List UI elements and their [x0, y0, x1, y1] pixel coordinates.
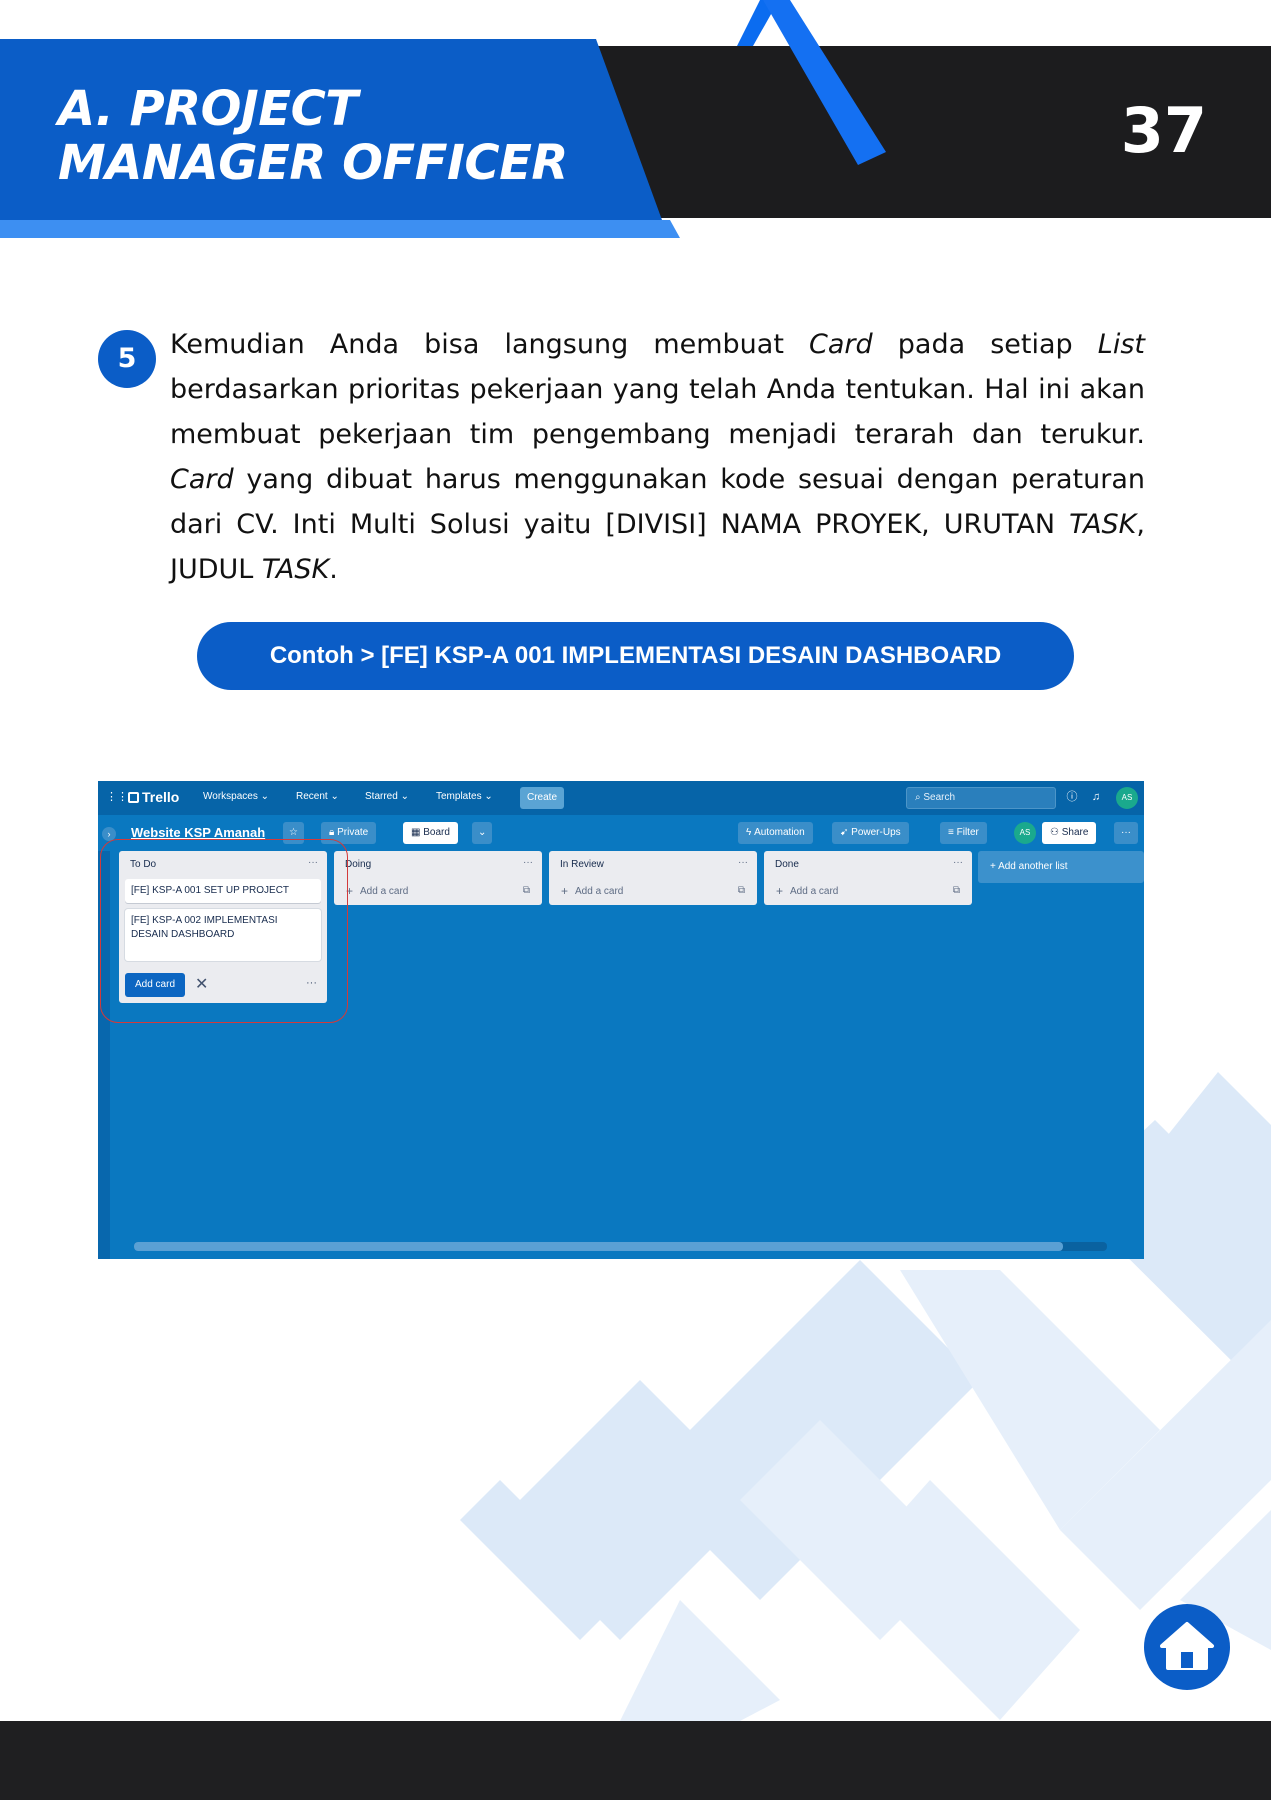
- step-paragraph: Kemudian Anda bisa langsung membuat Card…: [170, 329, 1145, 585]
- add-another-list-button[interactable]: + Add another list: [978, 851, 1144, 883]
- list-header: Doing ···: [334, 851, 542, 879]
- title-line-2: MANAGER OFFICER: [58, 135, 568, 191]
- lock-icon: 🔒︎: [329, 827, 338, 838]
- list-header: Done ···: [764, 851, 972, 879]
- home-icon: [1160, 1622, 1214, 1670]
- footer-bar: [0, 1721, 1271, 1800]
- highlight-annotation: [100, 839, 348, 1023]
- trello-screenshot: ⋮⋮ Trello Workspaces ⌄ Recent ⌄ Starred …: [98, 781, 1144, 1259]
- board-view-button[interactable]: ▦ Board: [403, 822, 458, 844]
- list-title[interactable]: Doing: [345, 859, 371, 870]
- filter-button[interactable]: ≡ Filter: [940, 822, 987, 844]
- list-doing: Doing ··· + Add a card ⧉: [334, 851, 542, 905]
- board-icon: ▦: [411, 827, 424, 838]
- more-menu-button[interactable]: ···: [1114, 822, 1138, 844]
- trello-logo[interactable]: Trello: [128, 789, 179, 805]
- rocket-icon: ➹: [840, 827, 852, 838]
- share-button[interactable]: ⚇ Share: [1042, 822, 1097, 844]
- menu-templates[interactable]: Templates ⌄: [436, 791, 493, 802]
- trello-logo-icon: [128, 792, 139, 803]
- template-icon[interactable]: ⧉: [738, 885, 745, 896]
- list-menu-icon[interactable]: ···: [738, 857, 748, 868]
- list-menu-icon[interactable]: ···: [523, 857, 533, 868]
- list-title[interactable]: Done: [775, 859, 799, 870]
- lightning-icon: ϟ: [746, 827, 755, 838]
- step-number-badge: 5: [98, 330, 156, 388]
- avatar[interactable]: AS: [1116, 787, 1138, 809]
- template-icon[interactable]: ⧉: [953, 885, 960, 896]
- menu-starred[interactable]: Starred ⌄: [365, 791, 409, 802]
- member-avatar[interactable]: AS: [1014, 822, 1036, 844]
- menu-recent[interactable]: Recent ⌄: [296, 791, 339, 802]
- list-in-review: In Review ··· + Add a card ⧉: [549, 851, 757, 905]
- list-menu-icon[interactable]: ···: [953, 857, 963, 868]
- add-a-card-button[interactable]: + Add a card ⧉: [549, 879, 757, 905]
- scrollbar-thumb[interactable]: [134, 1242, 1063, 1251]
- trello-topbar: ⋮⋮ Trello Workspaces ⌄ Recent ⌄ Starred …: [98, 781, 1144, 815]
- list-header: In Review ···: [549, 851, 757, 879]
- page-title: A. PROJECT MANAGER OFFICER: [58, 82, 568, 190]
- template-icon[interactable]: ⧉: [523, 885, 530, 896]
- filter-icon: ≡: [948, 827, 957, 838]
- plus-icon: +: [561, 884, 569, 898]
- bell-icon[interactable]: ♫: [1088, 789, 1104, 805]
- automation-button[interactable]: ϟ Automation: [738, 822, 813, 844]
- create-button[interactable]: Create: [520, 787, 564, 809]
- share-icon: ⚇: [1050, 827, 1062, 838]
- example-pill: Contoh > [FE] KSP-A 001 IMPLEMENTASI DES…: [197, 622, 1074, 690]
- board-title[interactable]: Website KSP Amanah: [131, 825, 265, 840]
- chevron-down-icon[interactable]: ⌄: [472, 822, 493, 844]
- apps-grid-icon[interactable]: ⋮⋮: [106, 791, 128, 803]
- menu-workspaces[interactable]: Workspaces ⌄: [203, 791, 269, 802]
- add-a-card-button[interactable]: + Add a card ⧉: [764, 879, 972, 905]
- info-icon[interactable]: ⓘ: [1064, 789, 1080, 805]
- power-ups-button[interactable]: ➹ Power-Ups: [832, 822, 909, 844]
- add-a-card-button[interactable]: + Add a card ⧉: [334, 879, 542, 905]
- list-done: Done ··· + Add a card ⧉: [764, 851, 972, 905]
- list-title[interactable]: In Review: [560, 859, 604, 870]
- title-line-1: A. PROJECT: [58, 81, 358, 137]
- home-button[interactable]: [1144, 1604, 1230, 1690]
- page-number: 37: [1120, 94, 1207, 167]
- plus-icon: +: [776, 884, 784, 898]
- search-input[interactable]: ⌕ Search: [906, 787, 1056, 809]
